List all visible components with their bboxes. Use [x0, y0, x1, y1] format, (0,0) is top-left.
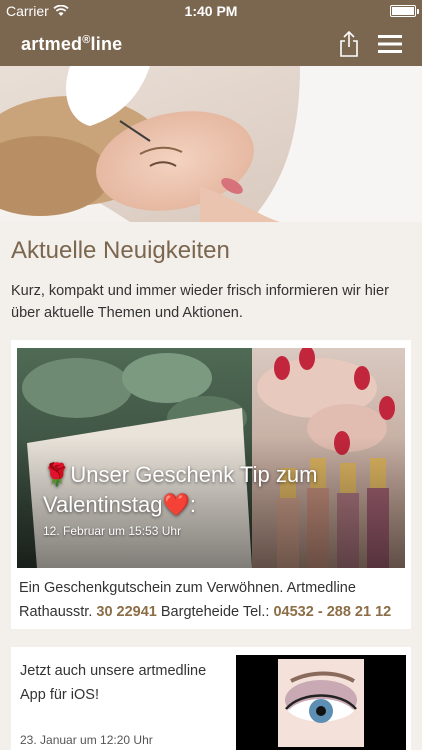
clock: 1:40 PM [184, 3, 238, 19]
heart-emoji: ❤️ [162, 492, 190, 517]
rose-emoji: 🌹 [43, 462, 71, 487]
brand-logo[interactable]: artmed®line [21, 34, 122, 55]
news-card-title-suffix: : [189, 492, 196, 517]
news-card-date: 23. Januar um 12:20 Uhr [20, 733, 153, 747]
news-card-description: Ein Geschenkgutschein zum Verwöhnen. Art… [19, 576, 405, 624]
hamburger-menu-icon[interactable] [378, 33, 402, 55]
brand-suffix: line [90, 34, 123, 54]
news-card-thumbnail [236, 655, 406, 750]
battery-icon [390, 5, 419, 17]
news-card-text: Jetzt auch unsere artmedline App für iOS… [20, 663, 207, 703]
status-bar: Carrier 1:40 PM [0, 0, 422, 22]
hero-image [0, 66, 422, 222]
postal-code-link[interactable]: 30 22941 [96, 604, 156, 620]
brand-name: artmed [21, 34, 83, 54]
share-icon[interactable] [337, 30, 361, 58]
phone-link[interactable]: 04532 - 288 21 12 [273, 604, 391, 620]
news-card-title: 🌹Unser Geschenk Tip zum Valentinstag❤️: [43, 460, 393, 520]
brand-registered-mark: ® [82, 34, 91, 46]
desc-text: Bargteheide Tel.: [156, 604, 274, 620]
intro-text: Kurz, kompakt und immer wieder frisch in… [11, 283, 389, 321]
news-card[interactable]: Jetzt auch unsere artmedline App für iOS… [11, 647, 411, 750]
navigation-bar: artmed®line [0, 22, 422, 66]
news-card[interactable]: 🌹Unser Geschenk Tip zum Valentinstag❤️: … [11, 340, 411, 629]
page-title: Aktuelle Neuigkeiten [11, 237, 230, 264]
news-card-date: 12. Februar um 15:53 Uhr [43, 524, 182, 538]
